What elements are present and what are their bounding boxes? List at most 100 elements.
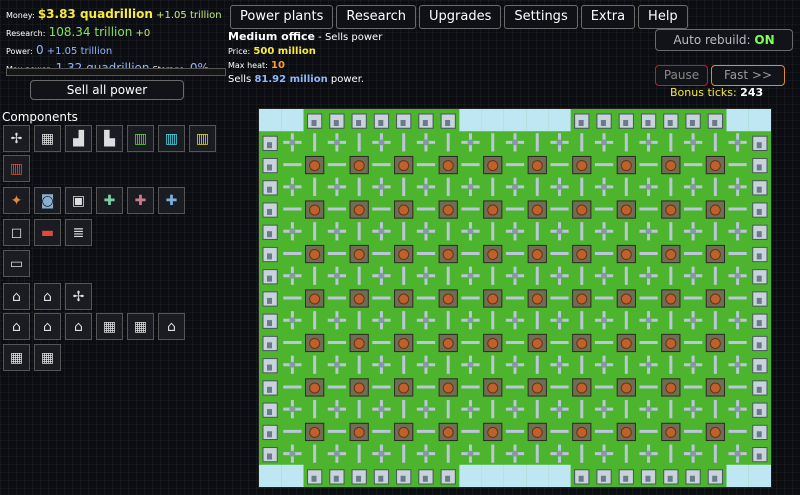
grid-cell[interactable]	[527, 200, 547, 219]
grid-cell[interactable]	[461, 222, 480, 241]
grid-cell[interactable]	[594, 355, 614, 374]
grid-cell[interactable]	[661, 333, 681, 353]
bank-icon[interactable]: ⌂	[158, 313, 185, 340]
grid-cell[interactable]	[372, 222, 391, 241]
grid-cell[interactable]	[394, 155, 414, 175]
grid-cell[interactable]	[639, 177, 658, 196]
grid-cell[interactable]	[548, 464, 571, 487]
grid-cell[interactable]	[527, 289, 547, 308]
grid-cell[interactable]	[351, 469, 367, 485]
coal-plant-icon[interactable]: ▟	[65, 125, 92, 152]
grid-cell[interactable]	[572, 422, 592, 442]
grid-cell[interactable]	[262, 380, 278, 396]
grid-cell[interactable]	[307, 469, 323, 485]
grid-cell[interactable]	[752, 447, 768, 463]
grid-cell[interactable]	[349, 289, 369, 308]
grid-cell[interactable]	[707, 113, 723, 129]
grid-cell[interactable]	[327, 266, 347, 285]
vent-icon[interactable]: ▣	[65, 187, 92, 214]
grid-cell[interactable]	[329, 113, 345, 129]
factory-icon[interactable]: ▙	[96, 125, 123, 152]
pipe-cross-red-icon[interactable]: ✚	[127, 187, 154, 214]
grid-cell[interactable]	[327, 400, 347, 419]
grid-cell[interactable]	[752, 157, 768, 174]
grid-cell[interactable]	[618, 113, 634, 129]
grid-cell[interactable]	[527, 244, 547, 264]
grid-cell[interactable]	[707, 469, 723, 485]
grid-cell[interactable]	[305, 155, 325, 175]
grid-cell[interactable]	[661, 200, 681, 219]
grid-cell[interactable]	[663, 469, 679, 485]
grid-cell[interactable]	[616, 333, 636, 353]
grid-cell[interactable]	[526, 109, 549, 132]
grid-cell[interactable]	[572, 244, 592, 264]
grid-cell[interactable]	[683, 311, 703, 330]
grid-cell[interactable]	[459, 109, 482, 132]
grid-cell[interactable]	[550, 400, 569, 419]
grid-cell[interactable]	[752, 358, 768, 374]
grid-cell[interactable]	[283, 266, 302, 285]
wind-farm-icon[interactable]: ✢	[65, 283, 92, 310]
grid-cell[interactable]	[327, 355, 347, 374]
grid-cell[interactable]	[683, 444, 703, 463]
grid-cell[interactable]	[461, 266, 480, 285]
grid-cell[interactable]	[483, 378, 503, 397]
grid-cell[interactable]	[416, 266, 436, 285]
grid-cell[interactable]	[752, 135, 768, 151]
grid-cell[interactable]	[639, 355, 658, 374]
grid-cell[interactable]	[683, 355, 703, 374]
grid-cell[interactable]	[349, 155, 369, 175]
grid-cell[interactable]	[259, 109, 282, 132]
grid-cell[interactable]	[616, 289, 636, 308]
grid-cell[interactable]	[305, 200, 325, 219]
grid-cell[interactable]	[616, 244, 636, 264]
grid-cell[interactable]	[440, 469, 456, 485]
grid-cell[interactable]	[483, 422, 503, 442]
grid-cell[interactable]	[728, 222, 747, 241]
reactor-grid[interactable]	[258, 108, 772, 488]
grid-cell[interactable]	[262, 424, 278, 441]
grid-cell[interactable]	[305, 289, 325, 308]
grid-cell[interactable]	[372, 311, 391, 330]
grid-cell[interactable]	[752, 313, 768, 329]
tab-research[interactable]: Research	[336, 5, 417, 29]
grid-cell[interactable]	[461, 355, 480, 374]
grid-cell[interactable]	[728, 444, 747, 463]
grid-cell[interactable]	[394, 244, 414, 264]
grid-cell[interactable]	[351, 113, 367, 129]
grid-cell[interactable]	[305, 244, 325, 264]
big-house-icon[interactable]: ⌂	[65, 313, 92, 340]
grid-cell[interactable]	[639, 400, 658, 419]
grid-cell[interactable]	[616, 422, 636, 442]
grid-cell[interactable]	[663, 113, 679, 129]
grid-cell[interactable]	[438, 422, 458, 442]
grid-cell[interactable]	[728, 311, 747, 330]
isolation-plate-icon[interactable]: ◻	[3, 219, 30, 246]
grid-cell[interactable]	[726, 109, 749, 132]
grid-cell[interactable]	[616, 378, 636, 397]
grid-cell[interactable]	[640, 469, 657, 485]
grid-cell[interactable]	[440, 113, 456, 129]
grid-cell[interactable]	[550, 311, 569, 330]
shop-icon[interactable]: ⌂	[3, 313, 30, 340]
grid-cell[interactable]	[574, 113, 590, 129]
grid-cell[interactable]	[527, 333, 547, 353]
grid-cell[interactable]	[752, 180, 768, 196]
grid-cell[interactable]	[527, 155, 547, 175]
grid-cell[interactable]	[416, 222, 436, 241]
grid-cell[interactable]	[505, 355, 525, 374]
grid-cell[interactable]	[438, 200, 458, 219]
solar-panel-icon[interactable]: ▦	[34, 125, 61, 152]
grid-cell[interactable]	[373, 113, 390, 129]
grid-cell[interactable]	[505, 133, 525, 152]
grid-cell[interactable]	[594, 133, 614, 152]
tab-power-plants[interactable]: Power plants	[230, 5, 334, 29]
grid-cell[interactable]	[505, 222, 525, 241]
grid-cell[interactable]	[262, 402, 278, 418]
grid-cell[interactable]	[572, 155, 592, 175]
grid-cell[interactable]	[616, 200, 636, 219]
grid-cell[interactable]	[438, 333, 458, 353]
grid-cell[interactable]	[550, 266, 569, 285]
grid-cell[interactable]	[394, 333, 414, 353]
grid-cell[interactable]	[262, 224, 278, 240]
